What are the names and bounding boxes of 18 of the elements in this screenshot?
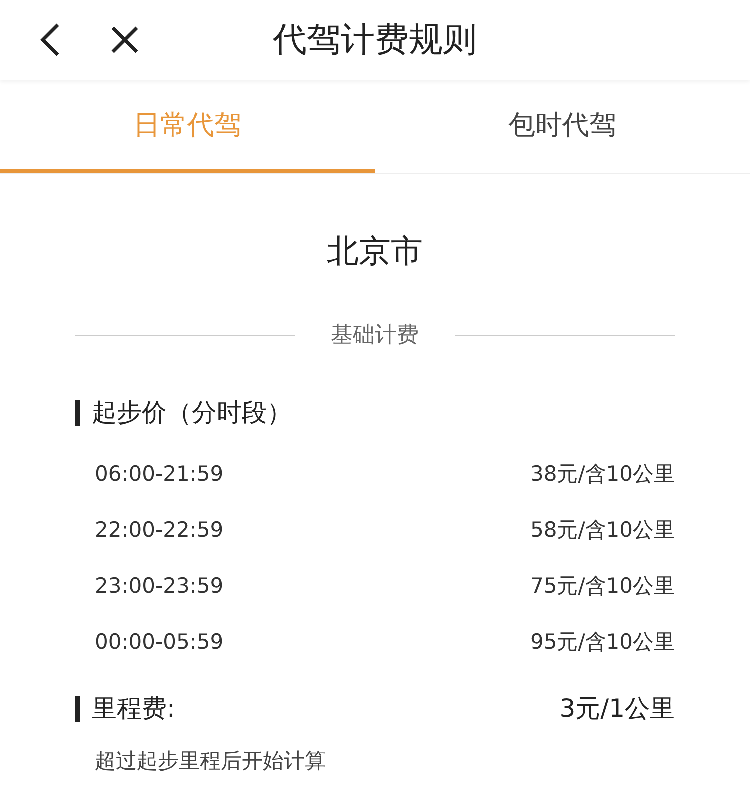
price-text: 75元/含10公里 [530, 573, 675, 600]
back-icon [39, 23, 61, 57]
start-price-heading: 起步价（分时段） [75, 400, 292, 426]
mileage-heading: 里程费: [75, 696, 176, 722]
time-range: 22:00-22:59 [95, 518, 224, 542]
city-name: 北京市 [326, 231, 424, 272]
page-title: 代驾计费规则 [273, 19, 477, 62]
tab[interactable]: 包时代驾 [375, 80, 750, 173]
time-range: 00:00-05:59 [95, 630, 224, 654]
price-text: 38元/含10公里 [530, 461, 675, 488]
mileage-price: 3元/1公里 [560, 693, 675, 725]
close-icon [111, 26, 139, 54]
mileage-note: 超过起步里程后开始计算 [95, 748, 327, 775]
price-text: 58元/含10公里 [530, 517, 675, 544]
price-text: 95元/含10公里 [530, 629, 675, 656]
time-range: 23:00-23:59 [95, 574, 224, 598]
section-title: 基础计费 [331, 322, 419, 350]
time-range: 06:00-21:59 [95, 462, 224, 486]
